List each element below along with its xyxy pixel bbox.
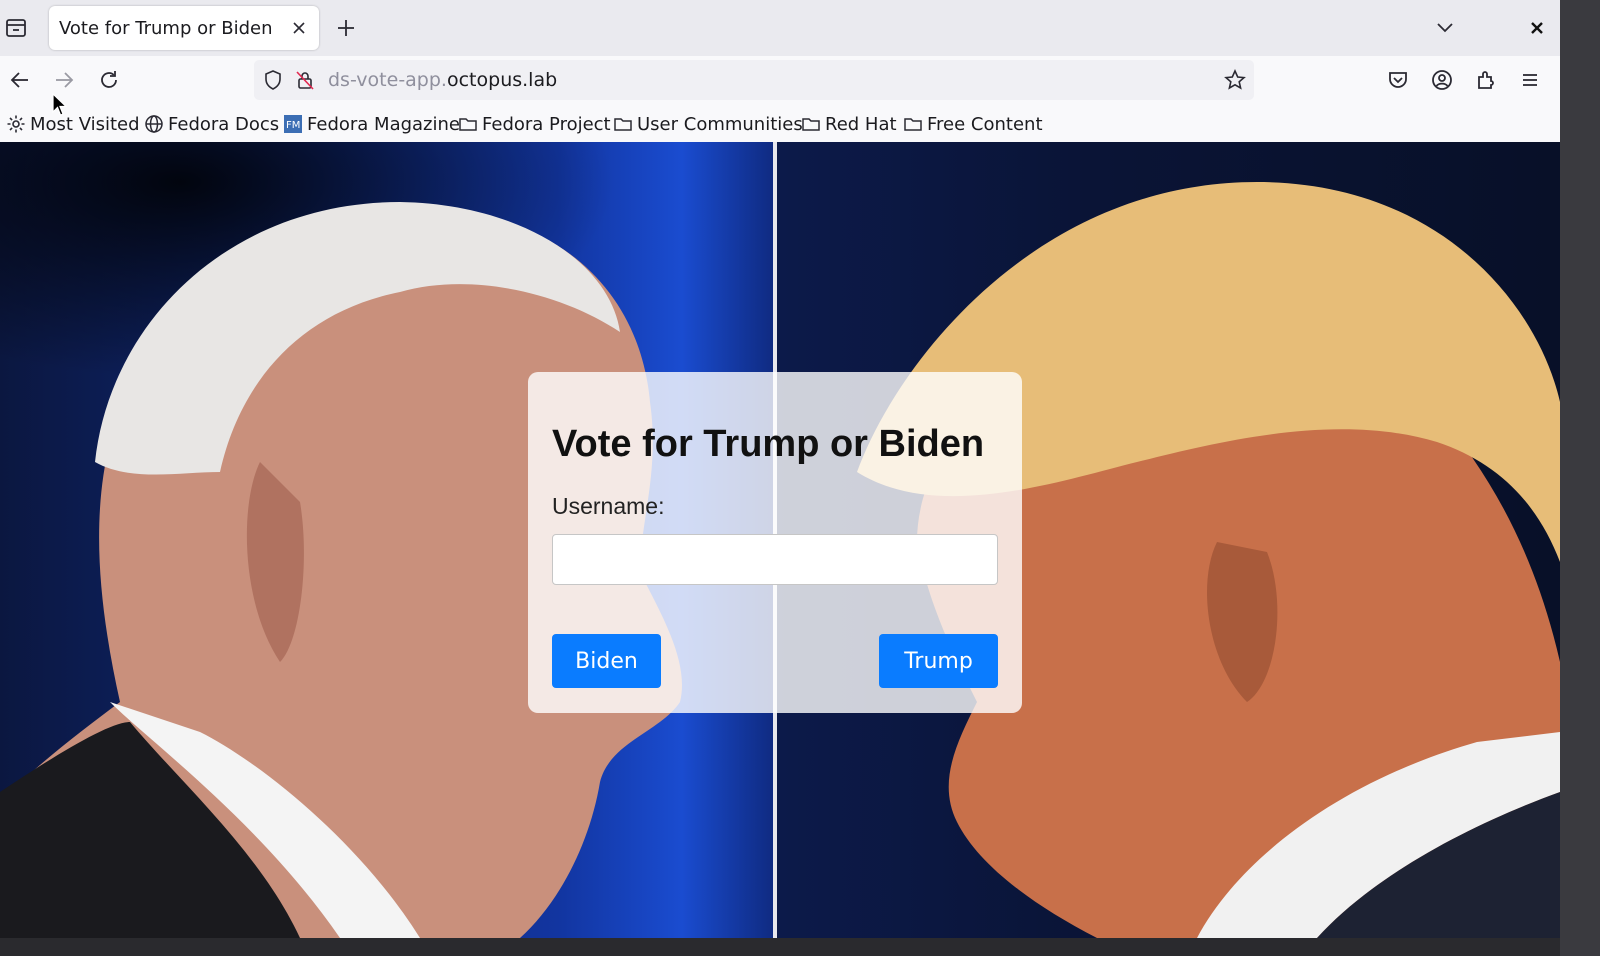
reload-icon[interactable] [97, 68, 121, 92]
bookmark-free-content[interactable]: Free Content [903, 112, 1043, 136]
folder-icon [614, 118, 632, 131]
url-domain: octopus.lab [446, 69, 558, 91]
vote-card: Vote for Trump or Biden Username: Biden … [528, 372, 1022, 713]
bookmarks-toolbar: Most Visited Fedora Docs FM Fedora Magaz… [0, 104, 1560, 142]
svg-text:FM: FM [286, 120, 300, 131]
insecure-lock-icon[interactable] [294, 69, 316, 95]
url-text[interactable]: ds-vote-app.octopus.lab [328, 69, 557, 91]
tab-strip: Vote for Trump or Biden [0, 0, 1560, 56]
trump-button[interactable]: Trump [879, 634, 998, 688]
bookmark-label: Most Visited [30, 113, 140, 135]
extensions-icon[interactable] [1474, 68, 1498, 92]
bookmark-label: User Communities [637, 113, 803, 135]
bookmark-label: Fedora Magazine [307, 113, 460, 135]
bookmark-label: Red Hat [825, 113, 897, 135]
bookmark-fedora-project[interactable]: Fedora Project [458, 112, 611, 136]
fedora-magazine-icon: FM [284, 115, 302, 133]
biden-button[interactable]: Biden [552, 634, 661, 688]
folder-icon [904, 118, 922, 131]
url-subdomain: ds-vote-app. [328, 69, 447, 91]
url-bar[interactable]: ds-vote-app.octopus.lab [254, 60, 1254, 100]
username-label: Username: [552, 493, 665, 519]
page-content: Vote for Trump or Biden Username: Biden … [0, 142, 1560, 938]
page-title: Vote for Trump or Biden [552, 423, 985, 465]
browser-window: Vote for Trump or Biden ds-vote-app.octo… [0, 0, 1600, 956]
chevron-down-icon[interactable] [1435, 19, 1455, 37]
folder-icon [459, 118, 477, 131]
back-arrow-icon[interactable] [8, 68, 32, 92]
window-bottom-edge [0, 938, 1560, 956]
tab-title: Vote for Trump or Biden [59, 18, 273, 39]
bookmark-red-hat[interactable]: Red Hat [801, 112, 897, 136]
bookmark-label: Free Content [927, 113, 1043, 135]
navigation-toolbar: ds-vote-app.octopus.lab [0, 56, 1560, 104]
bookmark-user-communities[interactable]: User Communities [613, 112, 803, 136]
tab-close-icon[interactable] [290, 19, 308, 37]
firefox-view-icon[interactable] [4, 16, 28, 40]
bookmark-label: Fedora Project [482, 113, 611, 135]
window-edge [1560, 0, 1600, 956]
forward-arrow-icon[interactable] [52, 68, 76, 92]
username-input[interactable] [552, 534, 998, 585]
bookmark-fedora-docs[interactable]: Fedora Docs [144, 112, 279, 136]
bookmark-fedora-magazine[interactable]: FM Fedora Magazine [283, 112, 460, 136]
folder-icon [802, 118, 820, 131]
pocket-icon[interactable] [1386, 68, 1410, 92]
new-tab-icon[interactable] [336, 18, 356, 38]
tab-active[interactable]: Vote for Trump or Biden [49, 6, 319, 50]
account-icon[interactable] [1430, 68, 1454, 92]
gear-icon [7, 115, 25, 133]
menu-icon[interactable] [1518, 68, 1542, 92]
bookmark-label: Fedora Docs [168, 113, 280, 135]
globe-icon [145, 115, 163, 133]
close-window-icon[interactable] [1528, 19, 1546, 37]
bookmark-star-icon[interactable] [1224, 69, 1246, 91]
bookmark-most-visited[interactable]: Most Visited [6, 112, 140, 136]
mouse-cursor-icon [52, 93, 68, 116]
shield-icon[interactable] [262, 69, 284, 95]
